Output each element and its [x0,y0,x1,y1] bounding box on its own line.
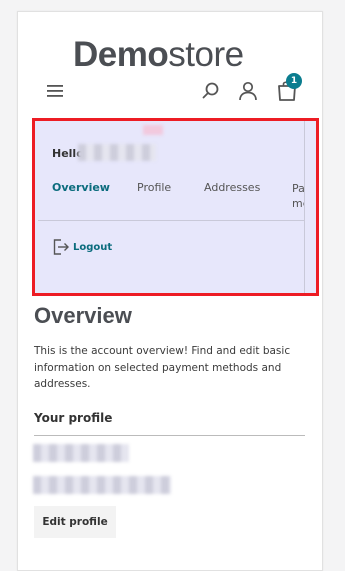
overview-intro-text: This is the account overview! Find and e… [34,345,291,390]
account-tabs: Overview Profile Addresses Payment metho… [52,181,304,213]
account-icon[interactable] [237,80,259,102]
redacted-profile-email [33,476,171,494]
logo-bold-text: Demo [73,35,169,74]
menu-icon[interactable] [46,82,66,100]
logout-label: Logout [73,241,113,253]
profile-section-title: Your profile [34,411,113,425]
redacted-profile-name [33,444,129,462]
edit-profile-button[interactable]: Edit profile [34,506,116,538]
logout-link[interactable]: Logout [52,238,112,256]
search-icon[interactable] [201,81,221,101]
logo-light-text: store [168,35,244,74]
page-card: Demostore 1 Hello Overview Profile Addre… [17,11,323,571]
logout-icon [53,239,69,255]
store-logo[interactable]: Demostore [73,35,244,75]
tab-profile[interactable]: Profile [137,181,171,195]
account-navigation-panel: Hello Overview Profile Addresses Payment… [32,118,319,296]
tab-overview[interactable]: Overview [52,181,110,195]
page-title: Overview [34,303,132,328]
panel-divider [38,220,304,221]
tab-addresses[interactable]: Addresses [204,181,260,195]
redacted-user-name [78,144,156,161]
tab-payment-methods[interactable]: Payment methods [292,181,304,211]
cart-count-badge: 1 [286,73,302,89]
redacted-block [143,125,163,135]
tabs-scroll-edge [304,121,305,293]
section-divider [34,435,305,436]
